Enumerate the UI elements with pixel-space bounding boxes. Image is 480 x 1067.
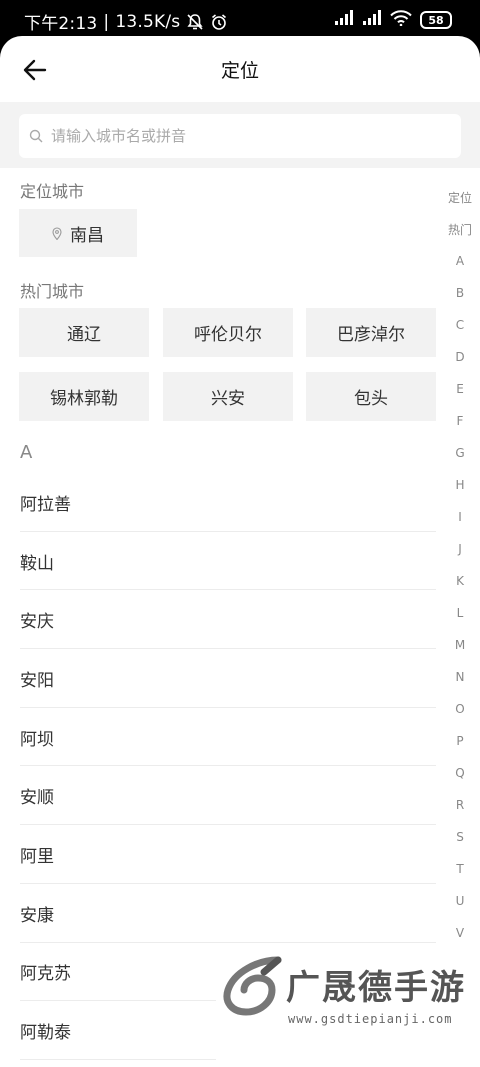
city-list-item[interactable]: 安顺 bbox=[0, 766, 436, 825]
index-item-v[interactable]: V bbox=[440, 917, 480, 949]
city-list-item[interactable]: 安阳 bbox=[0, 649, 436, 708]
hot-city-chip[interactable]: 包头 bbox=[306, 372, 436, 421]
battery-icon: 58 bbox=[420, 11, 452, 29]
index-item-f[interactable]: F bbox=[440, 405, 480, 437]
index-item-h[interactable]: H bbox=[440, 469, 480, 501]
status-right: 58 bbox=[334, 10, 452, 30]
signal-icon bbox=[362, 10, 382, 30]
hot-city-chip[interactable]: 兴安 bbox=[163, 372, 293, 421]
watermark: 广晟德手游 www.gsdtiepianji.com bbox=[216, 952, 480, 1067]
index-item-q[interactable]: Q bbox=[440, 757, 480, 789]
city-list-item[interactable]: 阿里 bbox=[0, 825, 436, 884]
index-item-l[interactable]: L bbox=[440, 597, 480, 629]
location-section-label: 定位城市 bbox=[20, 182, 85, 201]
network-speed: 13.5K/s bbox=[115, 11, 181, 32]
page-title: 定位 bbox=[220, 60, 259, 82]
header: 定位 bbox=[0, 36, 480, 102]
index-item-e[interactable]: E bbox=[440, 373, 480, 405]
hot-city-chip[interactable]: 呼伦贝尔 bbox=[163, 308, 293, 357]
hot-city-chip[interactable]: 锡林郭勒 bbox=[19, 372, 149, 421]
index-item-m[interactable]: M bbox=[440, 629, 480, 661]
index-item-b[interactable]: B bbox=[440, 277, 480, 309]
index-item-k[interactable]: K bbox=[440, 565, 480, 597]
location-pin-icon bbox=[52, 226, 62, 240]
alarm-icon bbox=[210, 13, 228, 31]
city-list-item[interactable]: 安康 bbox=[0, 884, 436, 943]
status-left: 下午2:13 | 13.5K/s bbox=[24, 9, 228, 34]
city-list-item[interactable]: 阿拉善 bbox=[0, 473, 436, 532]
index-item-c[interactable]: C bbox=[440, 309, 480, 341]
wifi-icon bbox=[390, 10, 412, 30]
search-area bbox=[0, 102, 480, 168]
city-list-item[interactable]: 安庆 bbox=[0, 590, 436, 649]
index-item-r[interactable]: R bbox=[440, 789, 480, 821]
index-item-i[interactable]: I bbox=[440, 501, 480, 533]
city-picker-sheet: 定位 定位城市 南昌 热门城市 通辽 呼伦贝尔 巴彦淖尔 锡林郭勒 兴安 包头 … bbox=[0, 36, 480, 1067]
index-item-location[interactable]: 定位 bbox=[440, 181, 480, 213]
search-icon bbox=[29, 129, 43, 143]
city-list-item[interactable]: 鞍山 bbox=[0, 532, 436, 591]
index-item-n[interactable]: N bbox=[440, 661, 480, 693]
index-item-g[interactable]: G bbox=[440, 437, 480, 469]
index-item-t[interactable]: T bbox=[440, 853, 480, 885]
index-item-s[interactable]: S bbox=[440, 821, 480, 853]
hot-city-chip[interactable]: 巴彦淖尔 bbox=[306, 308, 436, 357]
index-item-j[interactable]: J bbox=[440, 533, 480, 565]
hot-section-label: 热门城市 bbox=[20, 282, 85, 301]
index-item-p[interactable]: P bbox=[440, 725, 480, 757]
index-item-d[interactable]: D bbox=[440, 341, 480, 373]
current-location-name: 南昌 bbox=[70, 225, 104, 246]
search-input[interactable] bbox=[51, 127, 431, 145]
watermark-text: 广晟德手游 bbox=[286, 968, 466, 1008]
index-item-u[interactable]: U bbox=[440, 885, 480, 917]
alphabet-index-bar[interactable]: 定位 热门 A B C D E F G H I J K L M N O P Q … bbox=[440, 181, 480, 981]
current-location-chip[interactable]: 南昌 bbox=[19, 209, 137, 257]
watermark-logo-icon bbox=[223, 956, 282, 1016]
index-item-a[interactable]: A bbox=[440, 245, 480, 277]
index-item-o[interactable]: O bbox=[440, 693, 480, 725]
signal-icon bbox=[334, 10, 354, 30]
watermark-url: www.gsdtiepianji.com bbox=[288, 1012, 453, 1026]
status-time: 下午2:13 bbox=[24, 14, 98, 34]
city-list-item[interactable]: 阿坝 bbox=[0, 708, 436, 767]
status-separator: | bbox=[103, 11, 110, 32]
letter-header: A bbox=[20, 442, 33, 463]
hot-city-chip[interactable]: 通辽 bbox=[19, 308, 149, 357]
index-item-hot[interactable]: 热门 bbox=[440, 213, 480, 245]
bell-off-icon bbox=[186, 13, 204, 31]
status-bar: 下午2:13 | 13.5K/s 58 bbox=[0, 0, 480, 40]
search-box[interactable] bbox=[19, 114, 461, 158]
